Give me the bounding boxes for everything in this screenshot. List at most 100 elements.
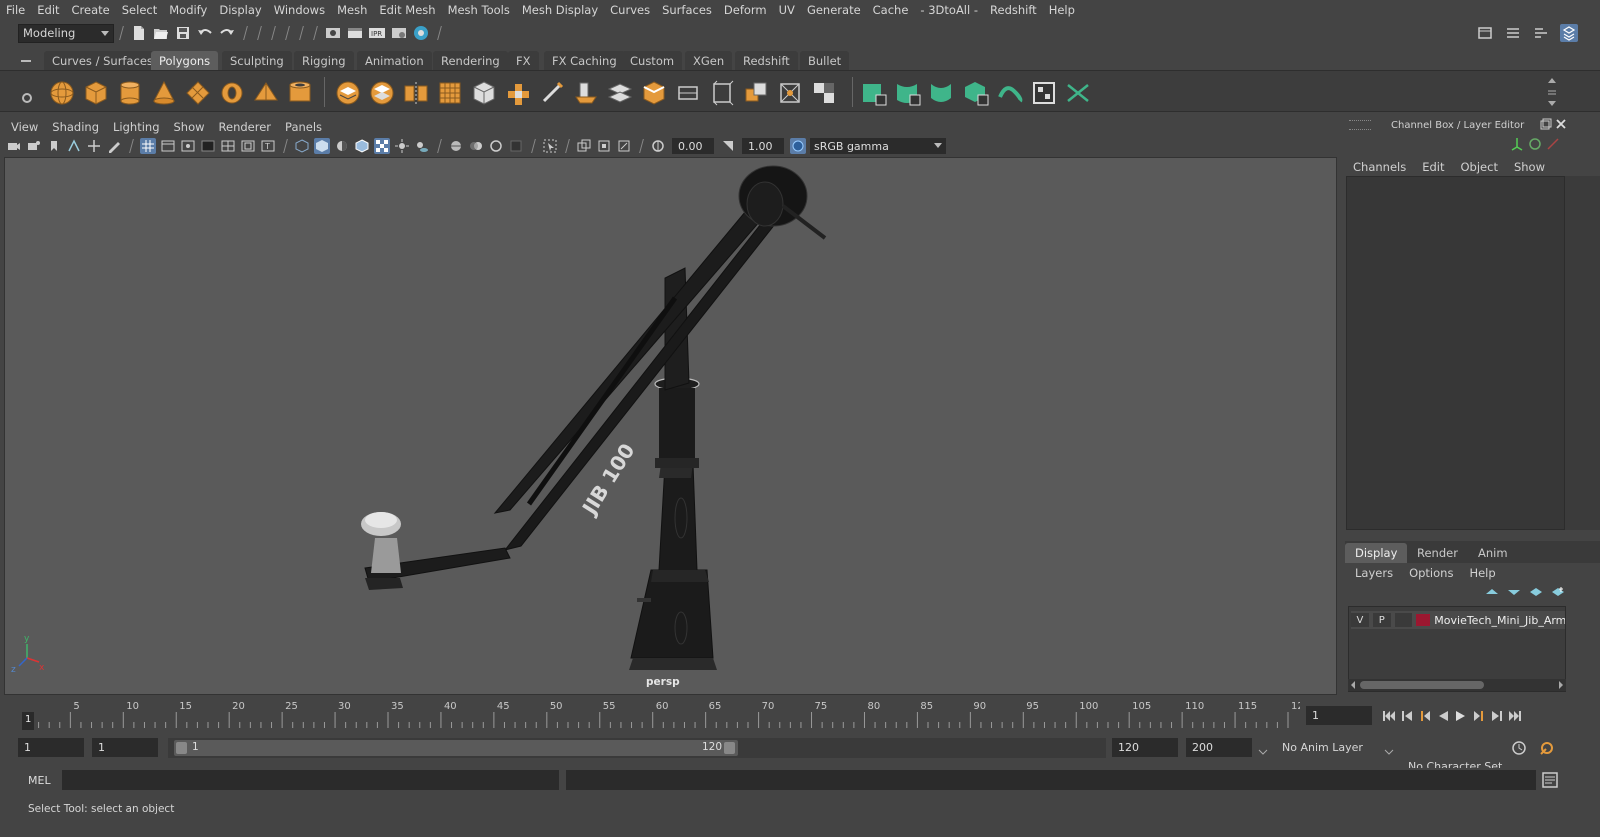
script-language-toggle[interactable]: MEL [28, 774, 51, 787]
viewport-menu-shading[interactable]: Shading [45, 120, 106, 134]
menu-help[interactable]: Help [1043, 3, 1081, 17]
merge-icon[interactable] [810, 79, 838, 107]
anim-layer-dropdown[interactable]: No Anim Layer [1258, 738, 1398, 757]
viewport-menu-show[interactable]: Show [167, 120, 212, 134]
layer-tab-anim[interactable]: Anim [1468, 543, 1518, 563]
go-to-end-icon[interactable] [1506, 707, 1524, 725]
menu-surfaces[interactable]: Surfaces [656, 3, 718, 17]
use-all-lights-icon[interactable] [394, 138, 410, 154]
ipr-render-icon[interactable]: IPR [368, 24, 386, 42]
poly-cube-icon[interactable] [82, 79, 110, 107]
separator-handle[interactable] [118, 24, 124, 42]
render-view-icon[interactable] [324, 24, 342, 42]
shelf-tab-polygons[interactable]: Polygons [151, 51, 219, 70]
edit-menu[interactable]: Edit [1414, 160, 1452, 174]
insert-edge-loop-icon[interactable] [742, 79, 770, 107]
float-panel-icon[interactable] [1540, 118, 1552, 130]
menu-mesh-display[interactable]: Mesh Display [516, 3, 604, 17]
color-management-icon[interactable] [790, 138, 806, 154]
shelf-menu-icon[interactable] [20, 56, 32, 66]
target-weld-icon[interactable] [776, 79, 804, 107]
camera-select-icon[interactable] [6, 138, 22, 154]
layer-playback-toggle[interactable]: P [1372, 613, 1391, 627]
viewport-menu-lighting[interactable]: Lighting [106, 120, 166, 134]
save-scene-icon[interactable] [174, 24, 192, 42]
grid-toggle-icon[interactable] [140, 138, 156, 154]
uv-editor-icon[interactable] [1030, 79, 1058, 107]
time-slider[interactable]: 5 10 15 20 25 30 35 40 45 50 55 60 65 70 75 80 85 90 95 100… [22, 700, 1310, 728]
poly-sphere-icon[interactable] [48, 79, 76, 107]
film-gate-icon[interactable] [160, 138, 176, 154]
layer-visibility-toggle[interactable]: V [1351, 613, 1369, 627]
bookmark-icon[interactable] [46, 138, 62, 154]
separator-handle[interactable] [298, 24, 304, 42]
multisample-aa-icon[interactable] [488, 138, 504, 154]
animation-preferences-icon[interactable] [1538, 739, 1556, 757]
shadows-icon[interactable] [414, 138, 430, 154]
gamma-icon[interactable] [720, 138, 736, 154]
current-frame-field[interactable]: 1 [1306, 706, 1372, 725]
menu-cache[interactable]: Cache [867, 3, 915, 17]
shelf-tab-redshift[interactable]: Redshift [735, 51, 798, 70]
menu-file[interactable]: File [0, 3, 31, 17]
multi-cut-icon[interactable] [538, 79, 566, 107]
new-layer-from-selection-icon[interactable] [1550, 585, 1566, 601]
smooth-shade-icon[interactable] [314, 138, 330, 154]
mirror-icon[interactable] [402, 79, 430, 107]
shelf-tab-rigging[interactable]: Rigging [294, 51, 354, 70]
viewport-menu-panels[interactable]: Panels [278, 120, 329, 134]
go-to-start-icon[interactable] [1380, 707, 1398, 725]
shelf-tab-fx-caching[interactable]: FX Caching [544, 51, 625, 70]
wireframe-on-shaded-icon[interactable] [354, 138, 370, 154]
menu-create[interactable]: Create [66, 3, 116, 17]
shelf-tab-rendering[interactable]: Rendering [433, 51, 508, 70]
current-time-marker[interactable]: 1 [22, 712, 34, 730]
grease-pencil-icon[interactable] [106, 138, 122, 154]
layer-color-swatch[interactable] [1416, 614, 1431, 626]
shelf-tab-xgen[interactable]: XGen [685, 51, 733, 70]
gamma-field[interactable]: 1.00 [742, 138, 784, 154]
tool-settings-icon[interactable] [1532, 24, 1550, 42]
drag-handle-icon[interactable] [1349, 120, 1371, 130]
layer-tab-render[interactable]: Render [1407, 543, 1468, 563]
resolution-gate-icon[interactable] [180, 138, 196, 154]
manipulator-icon[interactable] [1510, 137, 1524, 153]
safe-title-icon[interactable]: T [260, 138, 276, 154]
shelf-tab-sculpting[interactable]: Sculpting [222, 51, 292, 70]
menu-redshift[interactable]: Redshift [984, 3, 1043, 17]
uv-spherical-icon[interactable] [928, 79, 956, 107]
range-start-handle[interactable] [176, 742, 187, 754]
shelf-tab-bullet[interactable]: Bullet [800, 51, 850, 70]
modeling-toolkit-icon[interactable] [1476, 24, 1494, 42]
layers-menu[interactable]: Layers [1347, 566, 1401, 580]
menu-select[interactable]: Select [116, 3, 163, 17]
menu-edit-mesh[interactable]: Edit Mesh [373, 3, 441, 17]
remesh-icon[interactable] [504, 79, 532, 107]
move-layer-down-icon[interactable] [1506, 585, 1522, 601]
shelf-settings-gear-icon[interactable] [20, 91, 34, 105]
shelf-scroll-icon[interactable] [1546, 75, 1558, 109]
viewport-menu-view[interactable]: View [4, 120, 45, 134]
menu-3dtoall[interactable]: - 3DtoAll - [914, 3, 984, 17]
extrude-icon[interactable] [572, 79, 600, 107]
isolate-select-icon[interactable] [542, 138, 558, 154]
persp-viewport[interactable]: JIB 100 y x z [4, 157, 1337, 695]
gate-mask-icon[interactable] [200, 138, 216, 154]
step-back-frame-icon[interactable] [1398, 707, 1416, 725]
hypershade-icon[interactable] [412, 24, 430, 42]
command-input[interactable] [62, 770, 559, 790]
script-editor-icon[interactable] [1541, 771, 1559, 789]
menu-windows[interactable]: Windows [268, 3, 331, 17]
options-menu[interactable]: Options [1401, 566, 1461, 580]
uv-cylindrical-icon[interactable] [894, 79, 922, 107]
step-back-key-icon[interactable] [1416, 707, 1434, 725]
auto-key-icon[interactable] [1510, 739, 1528, 757]
reduce-icon[interactable] [470, 79, 498, 107]
2d-pan-zoom-icon[interactable] [86, 138, 102, 154]
animation-start-field[interactable]: 1 [18, 738, 84, 757]
play-forwards-icon[interactable] [1452, 707, 1470, 725]
separator-handle[interactable] [256, 24, 262, 42]
step-forward-key-icon[interactable] [1470, 707, 1488, 725]
exposure-icon[interactable] [650, 138, 666, 154]
xray-joints-icon[interactable] [616, 138, 632, 154]
